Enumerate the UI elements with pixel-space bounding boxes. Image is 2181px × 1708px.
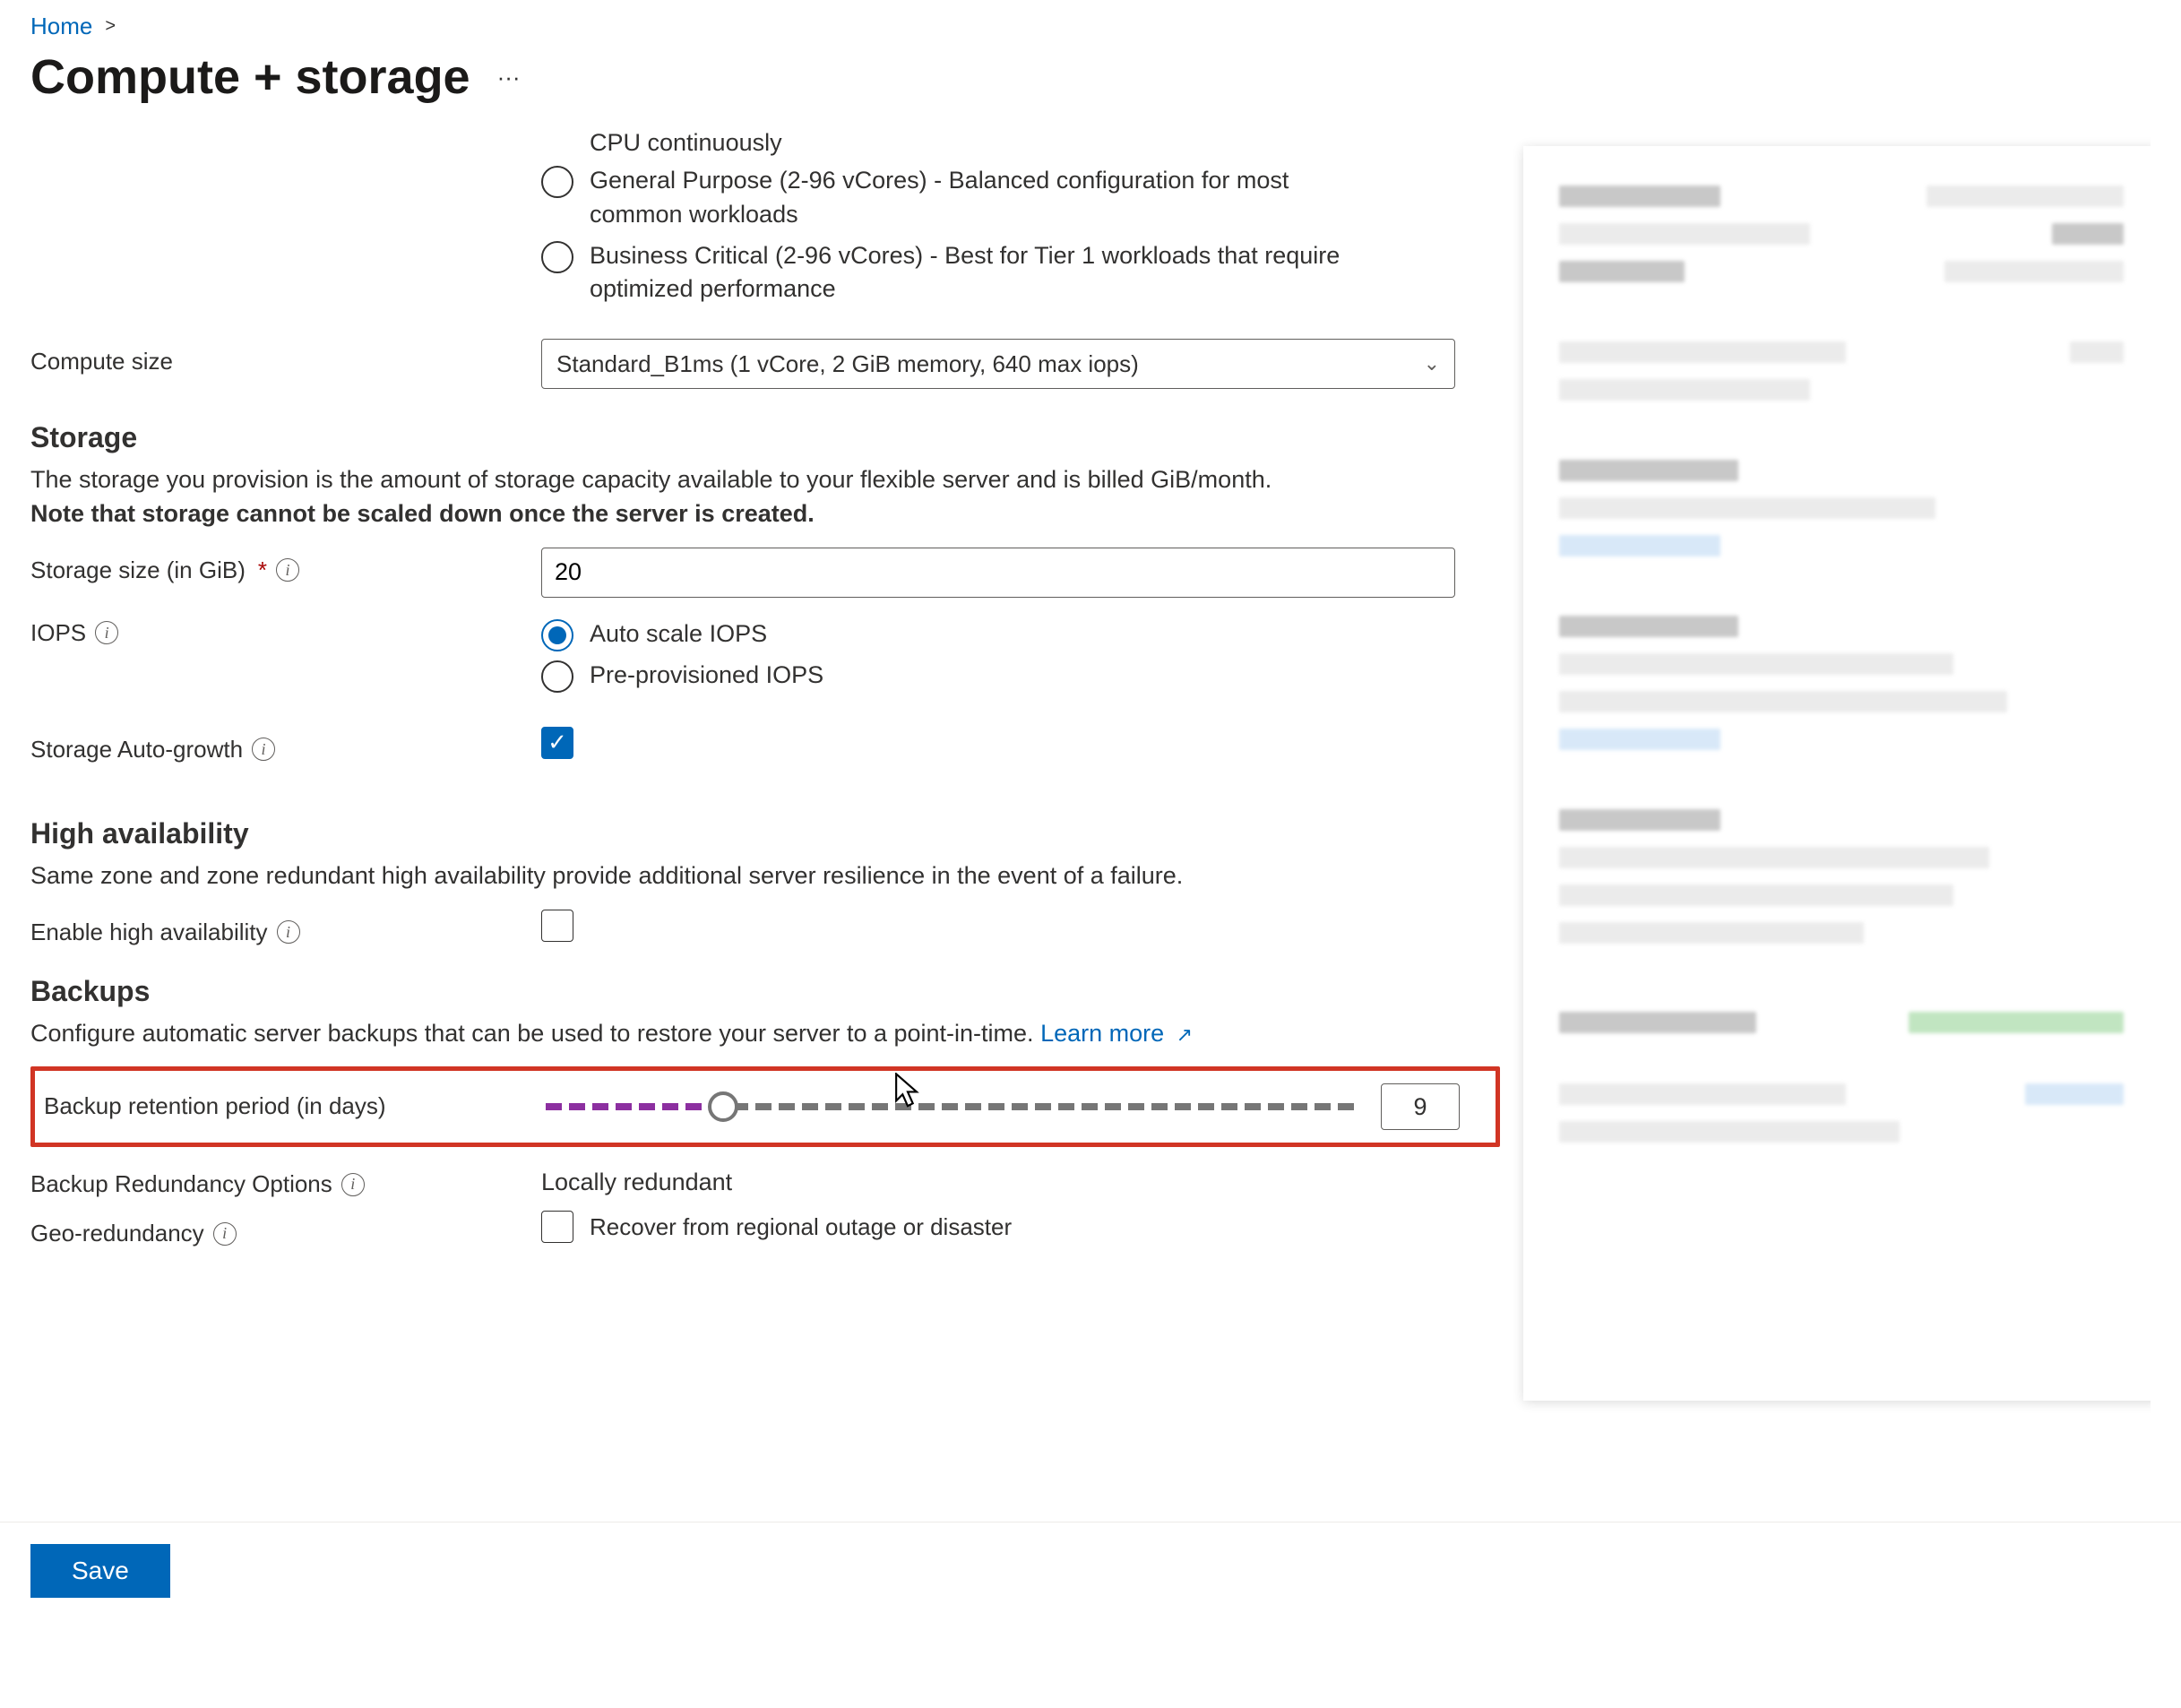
storage-desc-line1: The storage you provision is the amount … <box>30 466 1272 493</box>
geo-redundancy-label: Geo-redundancy <box>30 1220 204 1247</box>
breadcrumb: Home > <box>30 0 2151 40</box>
chevron-right-icon: > <box>105 16 116 37</box>
form-column: CPU continuously General Purpose (2-96 v… <box>30 132 1500 1260</box>
tier-option-business-critical[interactable]: Business Critical (2-96 vCores) - Best f… <box>541 239 1500 307</box>
compute-size-select[interactable]: Standard_B1ms (1 vCore, 2 GiB memory, 64… <box>541 339 1455 389</box>
storage-heading: Storage <box>30 421 1500 454</box>
footer-bar: Save <box>0 1522 2181 1619</box>
info-icon[interactable]: i <box>341 1173 365 1196</box>
radio-icon <box>541 241 573 273</box>
backups-learn-more-link[interactable]: Learn more ↗ <box>1040 1020 1193 1047</box>
geo-redundancy-option-label: Recover from regional outage or disaster <box>590 1213 1012 1241</box>
ha-enable-label: Enable high availability <box>30 919 268 946</box>
page-root: Home > Compute + storage ··· CPU continu… <box>0 0 2181 1619</box>
tier-option-label: Business Critical (2-96 vCores) - Best f… <box>590 239 1378 307</box>
slider-thumb[interactable] <box>708 1091 738 1122</box>
iops-pre-label: Pre-provisioned IOPS <box>590 659 823 693</box>
ha-heading: High availability <box>30 817 1500 850</box>
storage-desc-line2: Note that storage cannot be scaled down … <box>30 500 815 527</box>
storage-size-input[interactable] <box>541 548 1455 598</box>
geo-redundancy-checkbox[interactable] <box>541 1211 573 1243</box>
save-button[interactable]: Save <box>30 1544 170 1598</box>
tier-option-burstable-partial: CPU continuously <box>541 132 1500 157</box>
info-icon[interactable]: i <box>252 738 275 761</box>
content-area: CPU continuously General Purpose (2-96 v… <box>30 132 2151 1619</box>
tier-option-general-purpose[interactable]: General Purpose (2-96 vCores) - Balanced… <box>541 164 1500 232</box>
iops-auto-label: Auto scale IOPS <box>590 617 767 651</box>
iops-label: IOPS <box>30 619 86 647</box>
autogrowth-checkbox[interactable]: ✓ <box>541 727 573 759</box>
retention-highlight-box: Backup retention period (in days) 9 <box>30 1066 1500 1147</box>
breadcrumb-home[interactable]: Home <box>30 13 92 40</box>
iops-option-auto[interactable]: Auto scale IOPS <box>541 617 1455 651</box>
info-icon[interactable]: i <box>95 621 118 644</box>
compute-size-label: Compute size <box>30 348 173 375</box>
autogrowth-label: Storage Auto-growth <box>30 736 243 763</box>
required-indicator: * <box>258 556 267 584</box>
slider-track[interactable] <box>546 1103 1354 1110</box>
backups-desc-text: Configure automatic server backups that … <box>30 1020 1034 1047</box>
radio-icon <box>541 619 573 651</box>
radio-icon <box>541 660 573 693</box>
retention-label: Backup retention period (in days) <box>44 1092 386 1120</box>
slider-track-fill <box>546 1103 723 1110</box>
backups-description: Configure automatic server backups that … <box>30 1017 1428 1051</box>
backups-heading: Backups <box>30 975 1500 1008</box>
iops-option-preprovisioned[interactable]: Pre-provisioned IOPS <box>541 659 1455 693</box>
redundancy-label: Backup Redundancy Options <box>30 1170 332 1198</box>
info-icon[interactable]: i <box>213 1222 237 1246</box>
ha-enable-checkbox[interactable] <box>541 910 573 942</box>
storage-size-label: Storage size (in GiB) <box>30 556 246 584</box>
learn-more-text: Learn more <box>1040 1020 1164 1047</box>
external-link-icon: ↗ <box>1177 1023 1193 1046</box>
info-icon[interactable]: i <box>277 920 300 944</box>
storage-description: The storage you provision is the amount … <box>30 463 1428 531</box>
compute-size-value: Standard_B1ms (1 vCore, 2 GiB memory, 64… <box>556 350 1139 378</box>
page-title: Compute + storage <box>30 49 470 105</box>
chevron-down-icon: ⌄ <box>1424 352 1440 375</box>
retention-value[interactable]: 9 <box>1381 1083 1460 1130</box>
info-icon[interactable]: i <box>276 558 299 582</box>
more-actions-button[interactable]: ··· <box>497 64 521 91</box>
retention-slider[interactable]: 9 <box>546 1083 1460 1130</box>
radio-icon <box>541 166 573 198</box>
title-row: Compute + storage ··· <box>30 49 2151 105</box>
ha-description: Same zone and zone redundant high availa… <box>30 859 1428 893</box>
redundancy-value: Locally redundant <box>541 1161 1455 1196</box>
cost-summary-panel <box>1523 146 2151 1401</box>
tier-option-label: General Purpose (2-96 vCores) - Balanced… <box>590 164 1378 232</box>
